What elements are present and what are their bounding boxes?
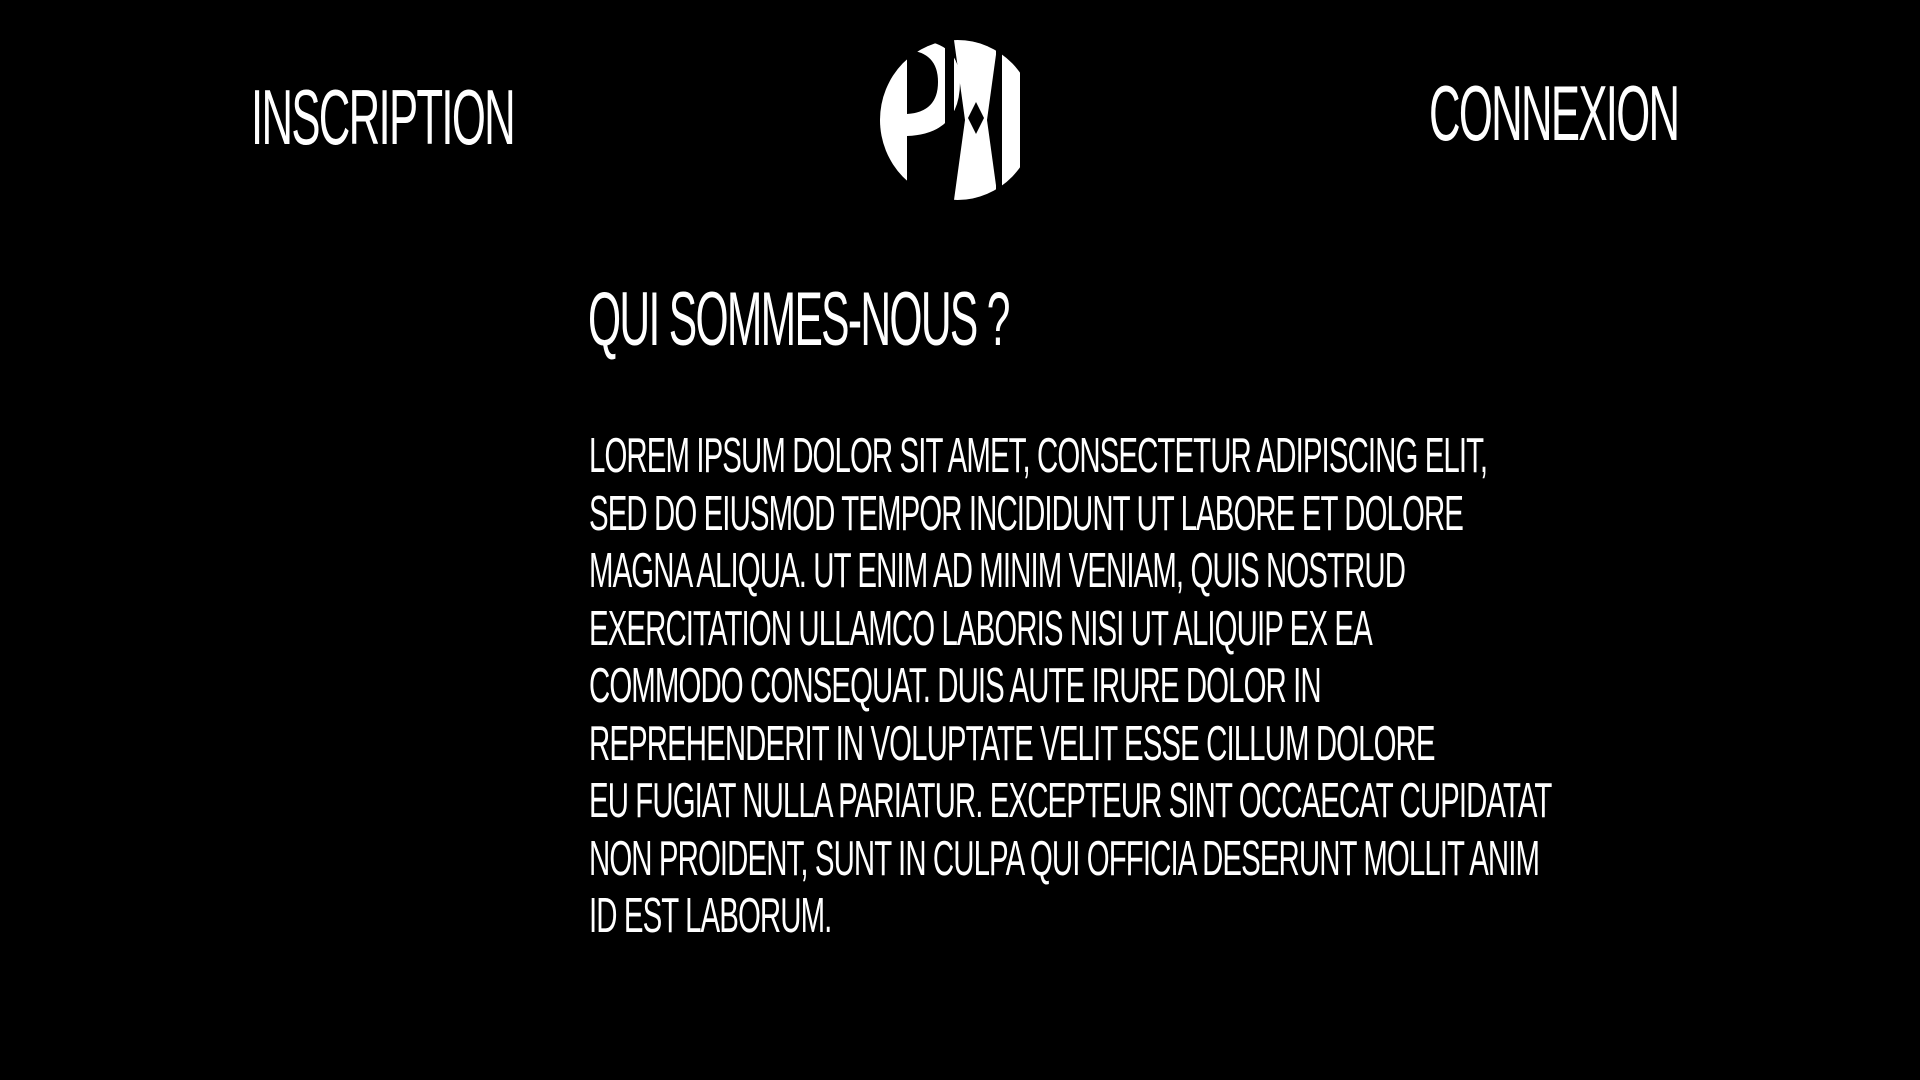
about-text-line: LOREM IPSUM DOLOR SIT AMET, CONSECTETUR … (589, 429, 1488, 483)
about-text-line: EU FUGIAT NULLA PARIATUR. EXCEPTEUR SINT… (589, 774, 1552, 828)
about-text-line: ID EST LABORUM. (589, 889, 832, 943)
page-title: QUI SOMMES-NOUS ? (588, 277, 1010, 362)
connexion-link[interactable]: CONNEXION (1429, 74, 1680, 152)
about-text-line: REPREHENDERIT IN VOLUPTATE VELIT ESSE CI… (589, 716, 1435, 771)
about-text-line: MAGNA ALIQUA. UT ENIM AD MINIM VENIAM, Q… (589, 544, 1406, 598)
inscription-link[interactable]: INSCRIPTION (251, 78, 516, 156)
about-text-line: SED DO EIUSMOD TEMPOR INCIDIDUNT UT LABO… (589, 486, 1464, 541)
about-text-line: NON PROIDENT, SUNT IN CULPA QUI OFFICIA … (589, 831, 1540, 886)
about-text-line: EXERCITATION ULLAMCO LABORIS NISI UT ALI… (589, 601, 1373, 656)
about-text: LOREM IPSUM DOLOR SIT AMET, CONSECTETUR … (589, 428, 1920, 946)
pxl-logo-icon[interactable] (880, 40, 1035, 200)
about-text-line: COMMODO CONSEQUAT. DUIS AUTE IRURE DOLOR… (589, 659, 1322, 713)
